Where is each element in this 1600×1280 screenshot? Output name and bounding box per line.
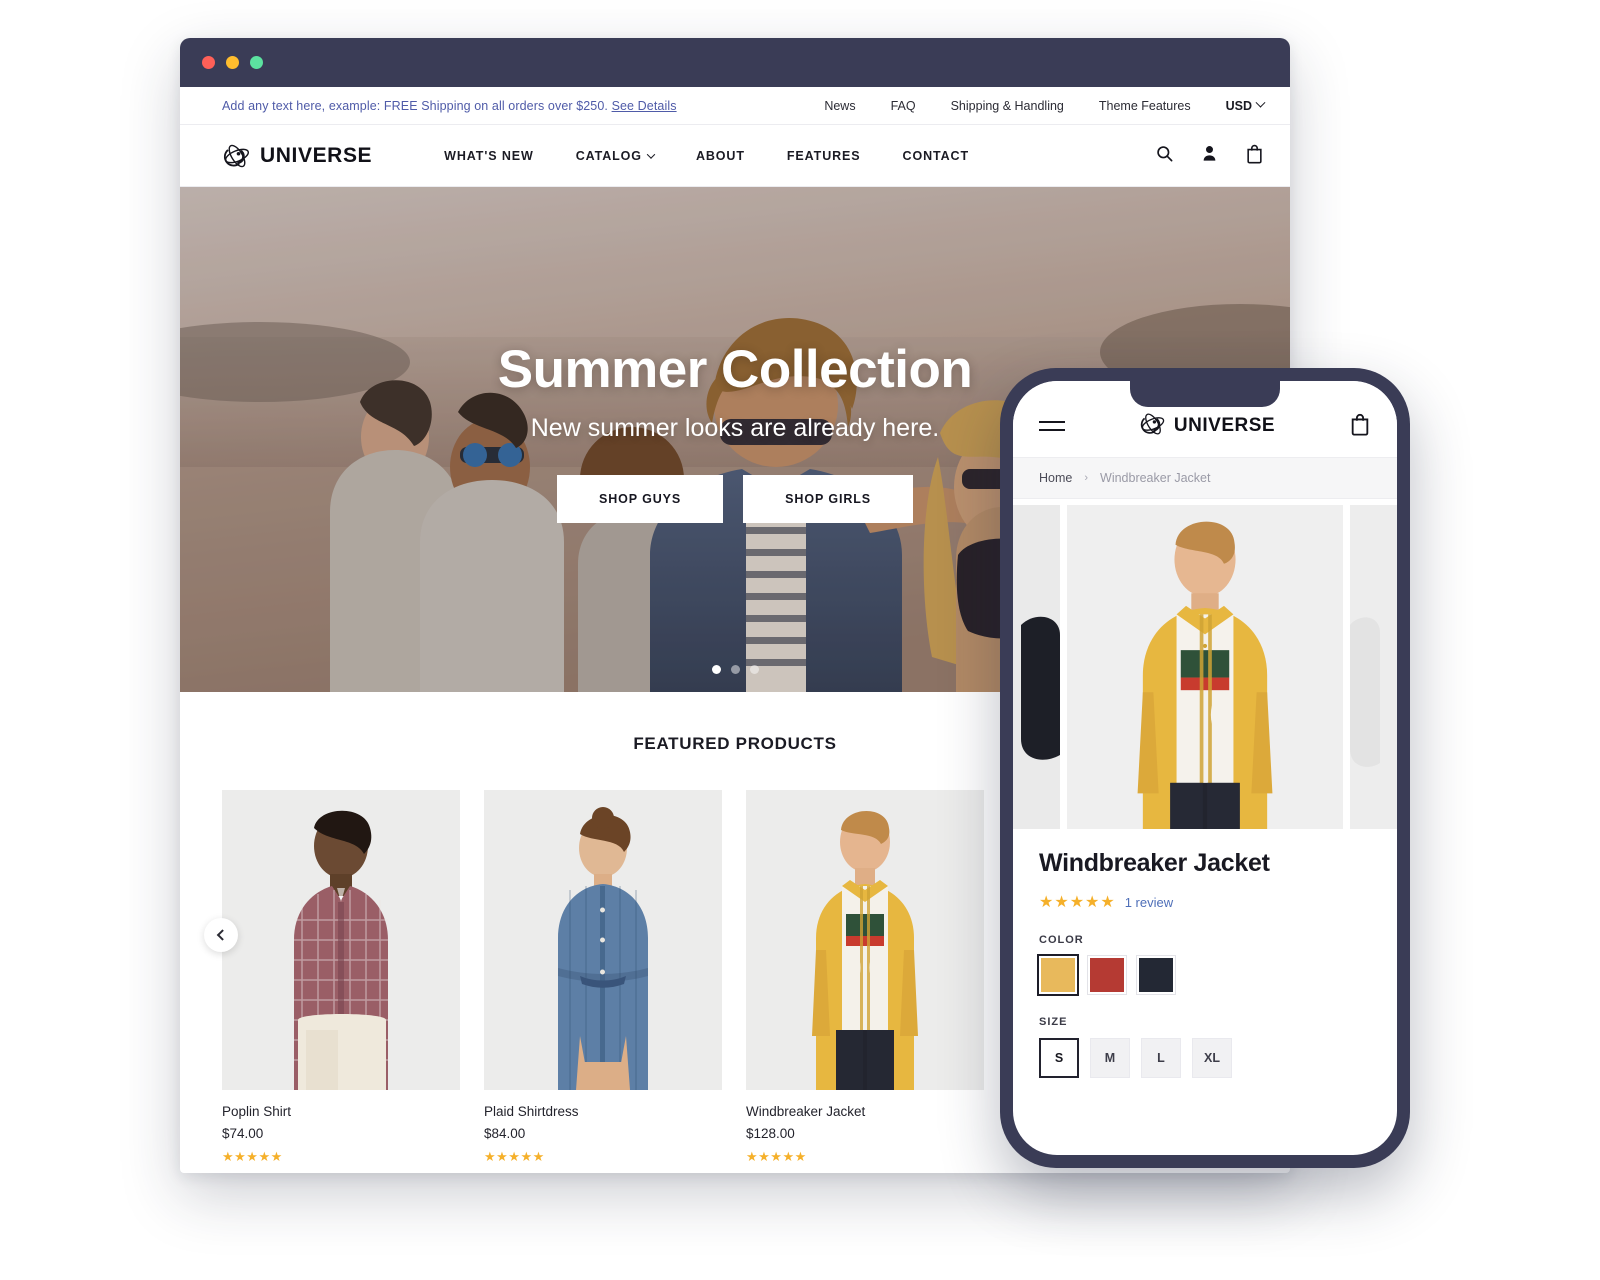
- size-option-s[interactable]: S: [1039, 1038, 1079, 1078]
- product-price: $74.00: [222, 1126, 264, 1141]
- nav-item-whats-new[interactable]: WHAT'S NEW: [444, 149, 534, 163]
- main-navigation: UNIVERSE WHAT'S NEW CATALOG ABOUT FEATUR…: [180, 125, 1290, 187]
- size-option-xl[interactable]: XL: [1192, 1038, 1232, 1078]
- product-image-plaid-shirtdress: [484, 790, 722, 1090]
- nav-item-label: WHAT'S NEW: [444, 148, 534, 163]
- utility-links: News FAQ Shipping & Handling Theme Featu…: [824, 97, 1266, 113]
- hero-dot-2[interactable]: [730, 665, 740, 674]
- rating-stars: ★★★★★: [1039, 894, 1116, 911]
- mobile-product-info: Windbreaker Jacket ★★★★★ 1 review COLOR …: [1013, 829, 1397, 1078]
- currency-value: USD: [1225, 98, 1252, 113]
- nav-item-label: ABOUT: [695, 148, 745, 163]
- bag-icon[interactable]: [1349, 412, 1371, 441]
- hero-buttons: SHOP GUYS SHOP GIRLS: [556, 474, 914, 523]
- product-image-poplin-shirt: [222, 790, 460, 1090]
- product-title: Windbreaker Jacket: [1039, 849, 1270, 877]
- product-image-windbreaker-jacket: [746, 790, 984, 1090]
- review-count-link[interactable]: 1 review: [1125, 895, 1173, 910]
- announcement-bar: Add any text here, example: FREE Shippin…: [180, 87, 1290, 125]
- carousel-prev-button[interactable]: [204, 918, 238, 952]
- hero-title: Summer Collection: [497, 339, 973, 399]
- shop-girls-button[interactable]: SHOP GIRLS: [743, 474, 914, 523]
- minimize-window-button[interactable]: [226, 56, 239, 69]
- hero-subtitle: New summer looks are already here.: [530, 413, 940, 442]
- maximize-window-button[interactable]: [250, 56, 263, 69]
- chevron-left-icon: [216, 929, 229, 941]
- nav-item-features[interactable]: FEATURES: [787, 149, 861, 163]
- gallery-next-thumb[interactable]: [1350, 505, 1397, 829]
- nav-item-label: CONTACT: [902, 148, 970, 163]
- size-option-m[interactable]: M: [1090, 1038, 1130, 1078]
- hero-slider: Summer Collection New summer looks are a…: [180, 187, 1290, 692]
- see-details-link[interactable]: See Details: [612, 99, 677, 113]
- hero-content: Summer Collection New summer looks are a…: [180, 187, 1290, 692]
- hero-pagination: [180, 665, 1290, 674]
- product-rating-stars: ★★★★★: [222, 1149, 283, 1164]
- search-icon[interactable]: [1155, 144, 1174, 168]
- product-card[interactable]: Windbreaker Jacket $128.00 ★★★★★: [746, 790, 984, 1165]
- hero-dot-3[interactable]: [749, 665, 759, 674]
- hero-dot-1[interactable]: [711, 665, 721, 674]
- product-rating-stars: ★★★★★: [484, 1149, 545, 1164]
- site-logo[interactable]: UNIVERSE: [222, 141, 372, 171]
- product-name: Windbreaker Jacket: [746, 1104, 866, 1119]
- bag-icon[interactable]: [1245, 143, 1264, 169]
- shop-guys-button[interactable]: SHOP GUYS: [556, 474, 724, 523]
- color-swatch-navy[interactable]: [1137, 956, 1175, 994]
- close-window-button[interactable]: [202, 56, 215, 69]
- screenshot-stage: Add any text here, example: FREE Shippin…: [0, 0, 1600, 1280]
- announcement-text: Add any text here, example: FREE Shippin…: [222, 98, 608, 113]
- phone-notch: [1130, 381, 1280, 407]
- announcement-text-wrap: Add any text here, example: FREE Shippin…: [222, 99, 677, 113]
- product-card[interactable]: Plaid Shirtdress $84.00 ★★★★★: [484, 790, 722, 1165]
- size-options: S M L XL: [1039, 1038, 1371, 1078]
- account-icon[interactable]: [1200, 144, 1219, 168]
- nav-links: WHAT'S NEW CATALOG ABOUT FEATURES CONTAC…: [444, 149, 969, 163]
- chevron-down-icon: [646, 149, 656, 159]
- utility-link-faq[interactable]: FAQ: [891, 99, 916, 113]
- currency-selector[interactable]: USD: [1225, 97, 1266, 113]
- utility-link-news[interactable]: News: [824, 99, 855, 113]
- product-price: $128.00: [746, 1126, 795, 1141]
- color-option-label: COLOR: [1039, 934, 1084, 946]
- utility-link-theme-features[interactable]: Theme Features: [1099, 99, 1191, 113]
- color-swatch-yellow[interactable]: [1039, 956, 1077, 994]
- nav-item-label: FEATURES: [786, 148, 861, 163]
- nav-item-about[interactable]: ABOUT: [696, 149, 745, 163]
- atom-icon: [222, 141, 252, 171]
- product-rating: ★★★★★ 1 review: [1039, 892, 1371, 912]
- product-name: Poplin Shirt: [222, 1104, 292, 1119]
- nav-item-label: CATALOG: [575, 148, 642, 163]
- brand-name: UNIVERSE: [260, 143, 373, 167]
- color-swatch-red[interactable]: [1088, 956, 1126, 994]
- product-name: Plaid Shirtdress: [484, 1104, 579, 1119]
- product-price: $84.00: [484, 1126, 526, 1141]
- browser-titlebar: [180, 38, 1290, 87]
- color-swatches: [1039, 956, 1371, 994]
- header-icons: [1155, 143, 1264, 169]
- utility-link-shipping[interactable]: Shipping & Handling: [951, 99, 1064, 113]
- product-card[interactable]: Poplin Shirt $74.00 ★★★★★: [222, 790, 460, 1165]
- product-rating-stars: ★★★★★: [746, 1149, 807, 1164]
- size-option-label: SIZE: [1039, 1016, 1068, 1028]
- nav-item-contact[interactable]: CONTACT: [903, 149, 969, 163]
- chevron-down-icon: [1255, 97, 1266, 108]
- size-option-l[interactable]: L: [1141, 1038, 1181, 1078]
- nav-item-catalog[interactable]: CATALOG: [575, 148, 656, 163]
